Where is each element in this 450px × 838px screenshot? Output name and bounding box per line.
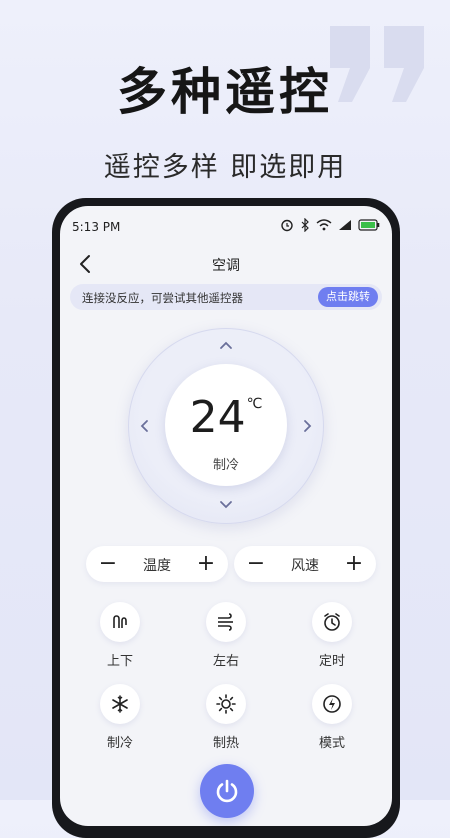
status-icons (280, 218, 380, 232)
swing-vertical-circle (100, 602, 140, 642)
swing-vertical-label: 上下 (106, 654, 133, 669)
cool-mode-button[interactable]: 制冷 (80, 684, 160, 756)
promo-title: 多种遥控 (117, 63, 333, 121)
right-arrow-icon[interactable] (298, 417, 316, 435)
temperature-plus-button[interactable]: + (194, 552, 218, 576)
down-arrow-icon[interactable] (217, 496, 235, 514)
power-button[interactable] (200, 764, 254, 818)
timer-button[interactable]: 定时 (292, 602, 372, 674)
temperature-display: 24℃ 制冷 (165, 364, 287, 486)
mode-button[interactable]: 模式 (292, 684, 372, 756)
signal-icon (339, 220, 351, 230)
heat-mode-circle (206, 684, 246, 724)
promo-subtitle: 遥控多样 即选即用 (103, 152, 347, 183)
status-time: 5:13 PM (72, 220, 121, 234)
jump-button[interactable]: 点击跳转 (318, 287, 378, 307)
alarm-icon (281, 219, 293, 232)
fan-speed-plus-button[interactable]: + (342, 552, 366, 576)
hint-bar: 连接没反应，可尝试其他遥控器 点击跳转 (70, 284, 382, 310)
temperature-unit: ℃ (246, 396, 263, 412)
mode-icon (323, 695, 341, 713)
swing-horizontal-label: 左右 (212, 654, 239, 669)
battery-icon (358, 219, 380, 231)
swing-vertical-icon (113, 615, 127, 628)
swing-vertical-button[interactable]: 上下 (80, 602, 160, 674)
up-arrow-icon[interactable] (217, 336, 235, 354)
heat-mode-label: 制热 (212, 736, 239, 751)
nav-bar: 空调 (60, 246, 392, 282)
cool-mode-circle (100, 684, 140, 724)
hint-text: 连接没反应，可尝试其他遥控器 (82, 291, 243, 305)
timer-circle (312, 602, 352, 642)
bluetooth-icon (301, 218, 309, 232)
sun-icon (216, 694, 236, 714)
mode-label-text: 模式 (318, 736, 345, 751)
heat-mode-button[interactable]: 制热 (186, 684, 266, 756)
left-arrow-icon[interactable] (136, 417, 154, 435)
temperature-number: 24 (189, 392, 246, 443)
cool-mode-label: 制冷 (106, 736, 133, 751)
status-bar: 5:13 PM (60, 206, 392, 242)
mode-label: 制冷 (212, 458, 239, 473)
timer-label: 定时 (318, 654, 345, 669)
swing-horizontal-circle (206, 602, 246, 642)
page-title: 空调 (212, 258, 240, 274)
snowflake-icon (112, 695, 128, 713)
mode-circle (312, 684, 352, 724)
power-icon (216, 779, 238, 803)
wifi-icon (316, 219, 332, 231)
swing-horizontal-button[interactable]: 左右 (186, 602, 266, 674)
timer-icon (324, 613, 340, 631)
fan-speed-control: − 风速 + (234, 546, 376, 582)
swing-horizontal-icon (218, 613, 233, 631)
phone-screen: 5:13 PM 空调 连接没反应，可尝试其他遥控器 点击跳转 24℃ 制冷 − … (60, 206, 392, 826)
temperature-value: 24℃ (165, 392, 287, 443)
temperature-control: − 温度 + (86, 546, 228, 582)
